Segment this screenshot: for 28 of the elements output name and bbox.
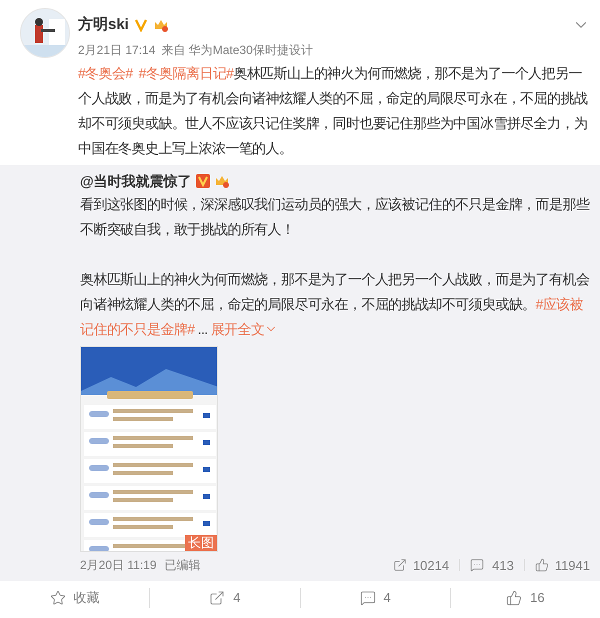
verified-icon [134,18,148,32]
comment-icon [360,590,376,606]
star-icon [50,590,66,606]
post-text: #冬奥会# #冬奥隔离日记#奥林匹斯山上的神火为何而燃烧，那不是为了一个人把另一个人战败，而是为了有机会向诸神炫耀人类的不屈，命定的局限尽可永在，不屈的挑战却不可须臾或缺。世人不应该只记住奖牌，同时也要记住那些为中国冰雪拼尽全力，为中国在冬奥史上写上浓浓一笔的人。 [78,64,588,158]
verified-icon [196,174,210,188]
repost-paragraph: 奥林匹斯山上的神火为何而燃烧，那不是为了一个人把另一个人战败，而是为了有机会向诸神炫耀人类的不屈，命定的局限尽可永在，不屈的挑战却不可须臾或缺。#应该被记住的不只是金牌# ... 展开全文 [80,266,590,342]
comment-count[interactable]: 413 [470,556,514,575]
share-icon [392,558,407,572]
action-button[interactable]: 16 [506,588,545,608]
share-icon [209,590,226,606]
post-source: 来自 华为Mate30保时捷设计 [161,42,313,58]
long-image-badge: 长图 [185,534,217,550]
edited-label: 已编辑 [164,557,200,574]
action-button[interactable]: 4 [360,588,391,608]
repost-paragraph: 看到这张图的时候，深深感叹我们运动员的强大，应该被记住的不只是金牌，而是那些不断突破自我，敢于挑战的所有人！ [80,194,590,238]
avatar[interactable] [20,8,70,58]
action-button[interactable]: 收藏 [50,588,100,608]
post-time[interactable]: 2月21日 17:14 [78,40,156,58]
like-icon [534,558,549,572]
expand-link[interactable]: 展开全文 [210,316,278,342]
repost-time[interactable]: 2月20日 11:19 [80,556,156,574]
like-icon [506,590,522,606]
action-button[interactable]: 4 [209,588,240,608]
repost-count[interactable]: 10214 [392,556,450,575]
like-count[interactable]: 11941 [534,556,590,575]
author-name[interactable]: 方明ski [78,14,129,36]
comment-icon [470,558,484,572]
repost-author[interactable]: @当时我就震惊了 [80,170,192,192]
